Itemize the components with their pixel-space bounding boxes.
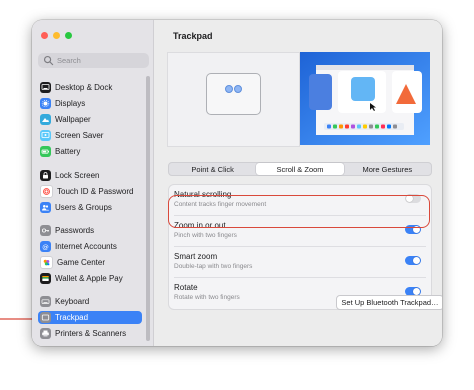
- tab-more-gestures[interactable]: More Gestures: [344, 163, 431, 175]
- setting-subtitle: Rotate with two fingers: [174, 294, 240, 301]
- sidebar-item-label: Displays: [55, 99, 86, 108]
- setting-row-natural-scrolling: Natural scrolling Content tracks finger …: [169, 185, 431, 216]
- wallet-icon: [40, 273, 51, 284]
- sidebar-item-trackpad[interactable]: Trackpad: [38, 311, 142, 324]
- tab-scroll-zoom[interactable]: Scroll & Zoom: [256, 163, 344, 175]
- gesture-tabs: Point & Click Scroll & Zoom More Gesture…: [168, 162, 432, 176]
- game-center-icon: [40, 256, 53, 269]
- desktop-dock-icon: [40, 82, 51, 93]
- sidebar-item-label: Wallpaper: [55, 115, 91, 124]
- trackpad-icon: [40, 312, 51, 323]
- setting-title: Rotate: [174, 283, 198, 292]
- natural-scrolling-toggle[interactable]: [405, 194, 421, 203]
- sidebar-item-wallpaper[interactable]: Wallpaper: [38, 113, 142, 126]
- setting-subtitle: Content tracks finger movement: [174, 201, 267, 208]
- sidebar-item-label: Lock Screen: [55, 171, 100, 180]
- sidebar-item-label: Screen Saver: [55, 131, 104, 140]
- sidebar-item-label: Passwords: [55, 226, 95, 235]
- sidebar-scrollbar[interactable]: [146, 76, 150, 341]
- maximize-window-button[interactable]: [65, 32, 72, 39]
- sidebar-item-screen-saver[interactable]: Screen Saver: [38, 129, 142, 142]
- sidebar-item-battery[interactable]: Battery: [38, 145, 142, 158]
- trackpad-illustration: [206, 73, 261, 115]
- sidebar-item-passwords[interactable]: Passwords: [38, 224, 142, 237]
- finger-dot-icon: [225, 85, 233, 93]
- sidebar-item-keyboard[interactable]: Keyboard: [38, 295, 142, 308]
- settings-list: Natural scrolling Content tracks finger …: [168, 184, 432, 310]
- sidebar-item-touch-id[interactable]: Touch ID & Password: [38, 185, 142, 198]
- displays-icon: [40, 98, 51, 109]
- sidebar-item-label: Internet Accounts: [55, 242, 117, 251]
- sidebar-item-desktop-dock[interactable]: Desktop & Dock: [38, 81, 142, 94]
- setting-row-smart-zoom: Smart zoom Double-tap with two fingers: [169, 247, 431, 278]
- sidebar-item-label: Wallet & Apple Pay: [55, 274, 123, 283]
- sidebar: Desktop & Dock Displays Wallpaper Screen…: [32, 20, 154, 346]
- zoom-demo-illustration: [300, 52, 430, 145]
- setting-subtitle: Pinch with two fingers: [174, 232, 237, 239]
- sidebar-item-label: Game Center: [57, 258, 106, 267]
- keyboard-icon: [40, 296, 51, 307]
- sidebar-item-label: Trackpad: [55, 313, 89, 322]
- main-content: Trackpad Point & Click Scroll & Zoom Mor…: [154, 20, 442, 346]
- setting-title: Natural scrolling: [174, 190, 232, 199]
- screen-saver-icon: [40, 130, 51, 141]
- sidebar-item-printers-scanners[interactable]: Printers & Scanners: [38, 327, 142, 340]
- tab-point-click[interactable]: Point & Click: [169, 163, 256, 175]
- sidebar-item-displays[interactable]: Displays: [38, 97, 142, 110]
- printer-icon: [40, 328, 51, 339]
- system-settings-window: Desktop & Dock Displays Wallpaper Screen…: [32, 20, 442, 346]
- sidebar-item-lock-screen[interactable]: Lock Screen: [38, 169, 142, 182]
- gesture-video-preview: [300, 52, 430, 145]
- page-title: Trackpad: [173, 31, 213, 41]
- svg-text:@: @: [42, 243, 49, 251]
- sidebar-item-users-groups[interactable]: Users & Groups: [38, 201, 142, 214]
- users-groups-icon: [40, 202, 51, 213]
- search-input[interactable]: [57, 56, 137, 65]
- sidebar-item-internet-accounts[interactable]: @ Internet Accounts: [38, 240, 142, 253]
- sidebar-item-label: Touch ID & Password: [57, 187, 134, 196]
- passwords-icon: [40, 225, 51, 236]
- zoom-in-out-toggle[interactable]: [405, 225, 421, 234]
- close-window-button[interactable]: [41, 32, 48, 39]
- battery-icon: [40, 146, 51, 157]
- sidebar-item-wallet[interactable]: Wallet & Apple Pay: [38, 272, 142, 285]
- internet-accounts-icon: @: [40, 241, 51, 252]
- sidebar-search[interactable]: [38, 53, 149, 68]
- setting-subtitle: Double-tap with two fingers: [174, 263, 253, 270]
- sidebar-item-label: Keyboard: [55, 297, 90, 306]
- sidebar-item-label: Desktop & Dock: [55, 83, 113, 92]
- search-icon: [43, 55, 54, 66]
- sidebar-item-label: Battery: [55, 147, 81, 156]
- finger-dot-icon: [234, 85, 242, 93]
- sidebar-item-label: Printers & Scanners: [55, 329, 127, 338]
- lock-screen-icon: [40, 170, 51, 181]
- smart-zoom-toggle[interactable]: [405, 256, 421, 265]
- setup-bluetooth-trackpad-button[interactable]: Set Up Bluetooth Trackpad…: [336, 295, 442, 310]
- sidebar-item-label: Users & Groups: [55, 203, 112, 212]
- trackpad-gesture-preview: [167, 52, 300, 147]
- setting-row-zoom-in-out: Zoom in or out Pinch with two fingers: [169, 216, 431, 247]
- sidebar-item-game-center[interactable]: Game Center: [38, 256, 142, 269]
- touch-id-icon: [40, 185, 53, 198]
- minimize-window-button[interactable]: [53, 32, 60, 39]
- wallpaper-icon: [40, 114, 51, 125]
- setting-title: Zoom in or out: [174, 221, 226, 230]
- setting-title: Smart zoom: [174, 252, 218, 261]
